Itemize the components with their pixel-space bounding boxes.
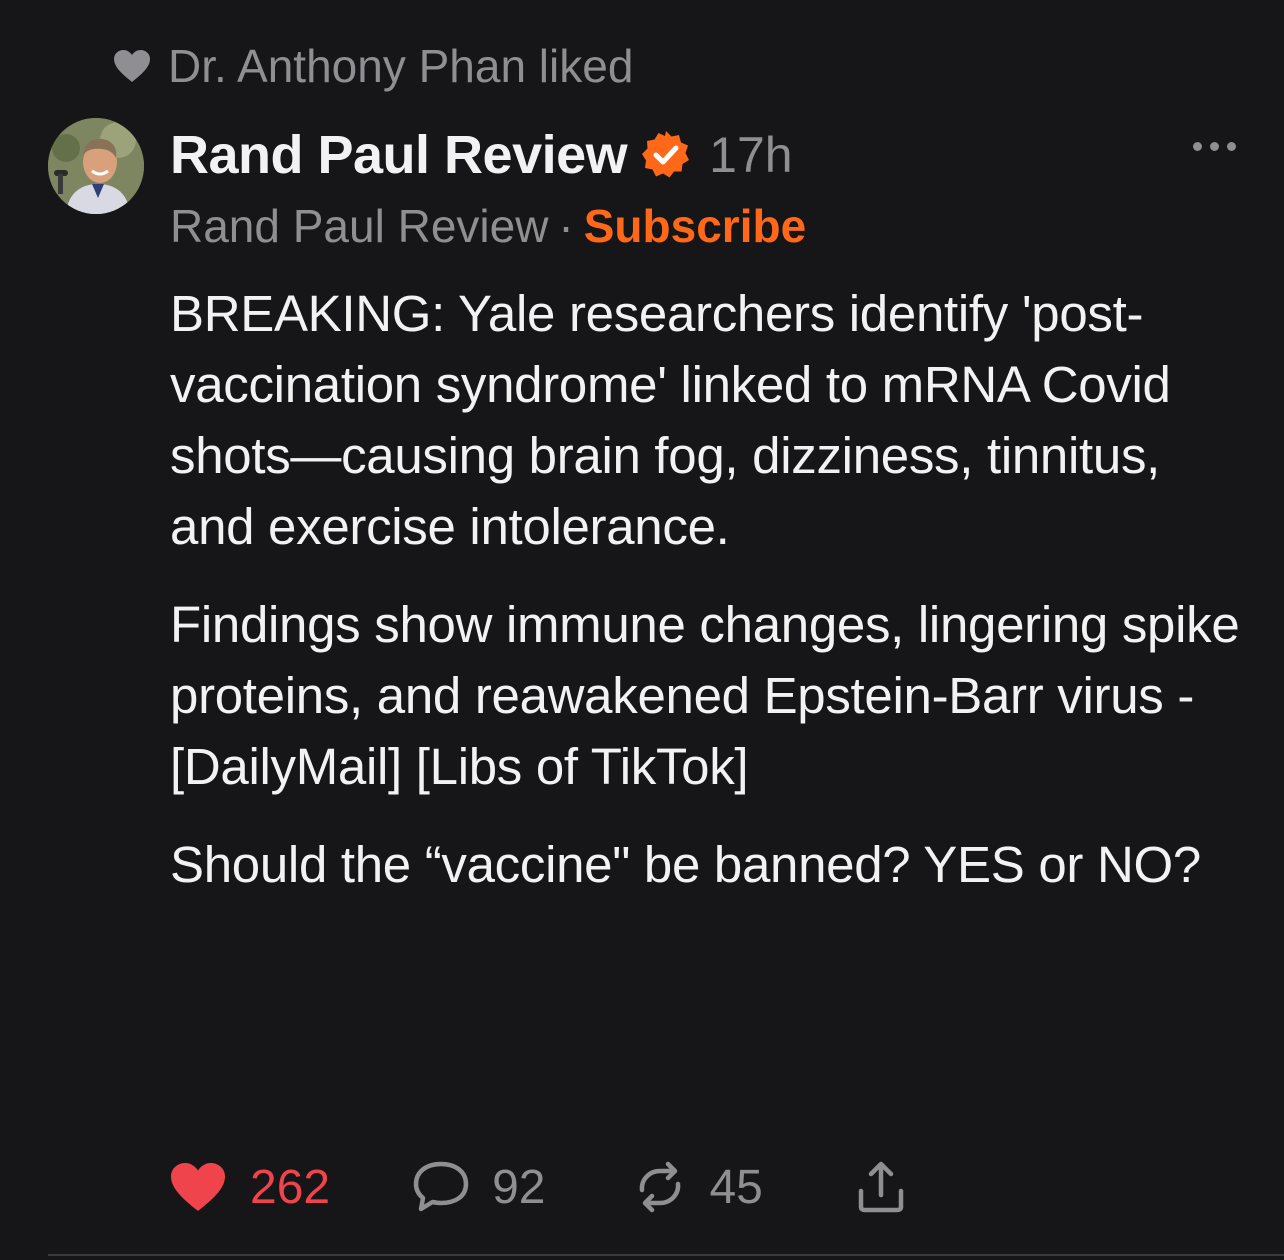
publication-name[interactable]: Rand Paul Review	[170, 199, 548, 253]
liked-by-text: Dr. Anthony Phan liked	[168, 40, 634, 92]
separator: ·	[558, 200, 574, 252]
post-time: 17h	[709, 127, 793, 183]
like-count: 262	[250, 1160, 331, 1214]
liked-by-row: Dr. Anthony Phan liked	[112, 36, 633, 96]
comment-bubble-icon	[412, 1160, 470, 1214]
post-paragraph: BREAKING: Yale researchers identify 'pos…	[170, 285, 1171, 555]
repost-icon	[633, 1160, 687, 1214]
subscribe-button[interactable]: Subscribe	[584, 199, 806, 253]
more-horizontal-icon[interactable]	[1193, 142, 1236, 151]
heart-filled-icon	[168, 1160, 228, 1214]
share-icon	[855, 1159, 907, 1215]
avatar[interactable]	[48, 118, 144, 214]
publication-row: Rand Paul Review · Subscribe	[170, 196, 806, 256]
post-body: BREAKING: Yale researchers identify 'pos…	[170, 278, 1250, 927]
repost-button[interactable]: 45	[633, 1160, 763, 1215]
reply-count: 92	[492, 1160, 546, 1214]
post-paragraph: Findings show immune changes, lingering …	[170, 596, 1240, 795]
repost-count: 45	[709, 1160, 763, 1214]
action-bar: 262 92 45	[168, 1152, 907, 1222]
author-name[interactable]: Rand Paul Review	[170, 124, 628, 186]
reply-button[interactable]: 92	[412, 1160, 545, 1215]
post-paragraph: Should the “vaccine" be banned? YES or N…	[170, 836, 1201, 893]
post-header: Rand Paul Review 17h	[170, 122, 793, 188]
like-button[interactable]: 262	[168, 1160, 330, 1215]
share-button[interactable]	[855, 1159, 907, 1215]
divider	[48, 1254, 1284, 1256]
heart-icon	[112, 48, 152, 84]
verified-badge-icon	[627, 130, 691, 180]
